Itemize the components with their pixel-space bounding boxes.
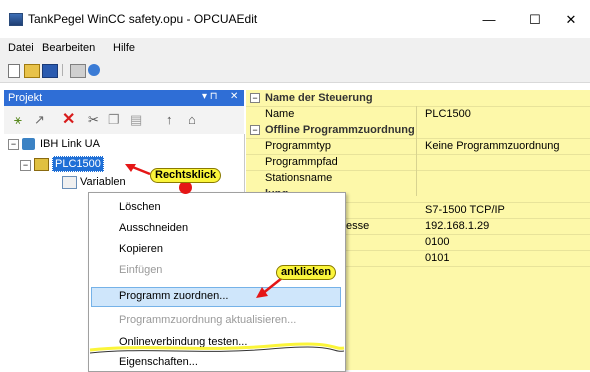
badge-rechtsklick: Rechtsklick — [150, 168, 222, 183]
column-divider[interactable] — [416, 106, 417, 196]
paste-icon[interactable]: ▤ — [130, 112, 142, 128]
window-title: TankPegel WinCC safety.opu - OPCUAEdit — [28, 12, 258, 26]
context-menu: Löschen Ausschneiden Kopieren Einfügen P… — [88, 192, 346, 372]
edit-node-icon[interactable]: ↗ — [34, 112, 45, 128]
home-icon[interactable]: ⌂ — [188, 112, 196, 127]
add-node-icon[interactable]: ⚹ — [14, 112, 22, 128]
menu-item-eigenschaften[interactable]: Eigenschaften... — [119, 356, 198, 368]
badge-anklicken: anklicken — [276, 265, 337, 280]
property-row-stationsname[interactable]: Stationsname — [246, 170, 590, 187]
menu-item-ausschneiden[interactable]: Ausschneiden — [119, 222, 188, 234]
property-row-programmtyp[interactable]: Programmtyp Keine Programmzuordnung — [246, 138, 590, 155]
new-file-icon[interactable] — [8, 64, 20, 78]
tree-item-variablen[interactable]: Variablen — [80, 176, 126, 188]
menu-item-onlineverbindung-testen[interactable]: Onlineverbindung testen... — [119, 336, 247, 348]
panel-pin-icon[interactable]: ▾ ⊓ — [202, 91, 218, 102]
panel-close-icon[interactable]: ✕ — [230, 91, 238, 102]
property-row-programmpfad[interactable]: Programmpfad — [246, 154, 590, 171]
menu-datei[interactable]: Datei — [8, 42, 34, 54]
menu-bar: Datei Bearbeiten Hilfe — [0, 38, 590, 58]
menu-item-loeschen[interactable]: Löschen — [119, 201, 161, 213]
menu-item-programm-zuordnen[interactable]: Programm zuordnen... — [119, 290, 228, 302]
delete-icon[interactable]: ✕ — [62, 109, 75, 129]
property-row-name[interactable]: Name PLC1500 — [246, 106, 590, 123]
print-icon[interactable] — [70, 64, 86, 78]
category-name-der-steuerung[interactable]: − Name der Steuerung — [246, 90, 590, 107]
project-panel-header: Projekt ▾ ⊓ ✕ — [4, 90, 244, 106]
category-offline-programmzuordnung[interactable]: − Offline Programmzuordnung — [246, 122, 590, 139]
collapse-icon[interactable]: − — [250, 125, 260, 135]
collapse-plc-icon[interactable]: − — [20, 160, 31, 171]
title-bar: TankPegel WinCC safety.opu - OPCUAEdit —… — [0, 0, 590, 38]
copy-icon[interactable]: ❐ — [108, 112, 120, 128]
menu-bearbeiten[interactable]: Bearbeiten — [42, 42, 95, 54]
menu-hilfe[interactable]: Hilfe — [113, 42, 135, 54]
tree-item-plc1500[interactable]: PLC1500 — [52, 156, 104, 172]
close-button[interactable]: ✕ — [548, 6, 590, 34]
help-icon[interactable] — [88, 64, 100, 76]
network-icon — [22, 138, 35, 150]
menu-item-programmzuordnung-aktualisieren[interactable]: Programmzuordnung aktualisieren... — [119, 314, 296, 326]
open-folder-icon[interactable] — [24, 64, 40, 78]
main-toolbar — [0, 58, 590, 83]
cut-icon[interactable]: ✂ — [88, 112, 99, 128]
move-up-icon[interactable]: ↑ — [166, 112, 173, 127]
collapse-icon[interactable]: − — [250, 93, 260, 103]
menu-item-einfuegen[interactable]: Einfügen — [119, 264, 162, 276]
collapse-root-icon[interactable]: − — [8, 139, 19, 150]
variables-icon — [62, 176, 77, 189]
tree-root-label[interactable]: IBH Link UA — [40, 138, 100, 150]
menu-item-kopieren[interactable]: Kopieren — [119, 243, 163, 255]
app-icon — [9, 13, 23, 26]
project-toolbar: ⚹ ↗ ✕ ✂ ❐ ▤ ↑ ⌂ — [4, 106, 244, 134]
project-panel-title: Projekt — [8, 92, 43, 104]
plc-icon — [34, 158, 49, 171]
save-icon[interactable] — [42, 64, 58, 78]
toolbar-separator — [62, 64, 63, 76]
minimize-button[interactable]: — — [466, 6, 512, 34]
